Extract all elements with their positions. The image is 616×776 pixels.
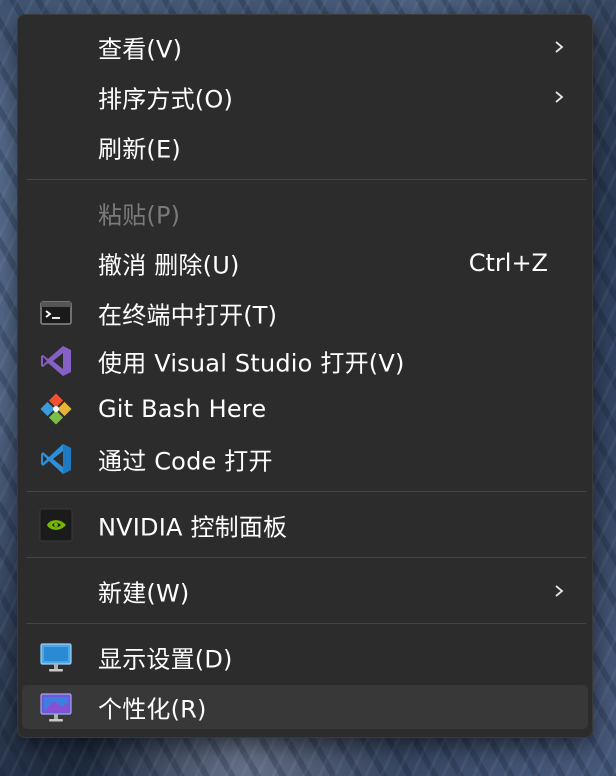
- menu-item-label: 在终端中打开(T): [98, 301, 278, 330]
- menu-item-label: 粘贴(P): [98, 201, 181, 230]
- menu-item-label: 显示设置(D): [98, 645, 233, 674]
- menu-item-display-settings[interactable]: 显示设置(D): [22, 635, 588, 679]
- menu-item-open-in-terminal[interactable]: 在终端中打开(T): [22, 291, 588, 335]
- chevron-right-icon: [555, 585, 564, 597]
- menu-item-open-with-code[interactable]: 通过 Code 打开: [22, 437, 588, 481]
- menu-item-refresh[interactable]: 刷新(E): [22, 125, 588, 169]
- menu-item-undo[interactable]: 撤消 删除(U) Ctrl+Z: [22, 241, 588, 285]
- menu-item-view[interactable]: 查看(V): [22, 25, 588, 69]
- menu-item-label: 个性化(R): [98, 695, 207, 724]
- menu-item-sort[interactable]: 排序方式(O): [22, 75, 588, 119]
- terminal-icon: [40, 301, 72, 325]
- menu-item-open-with-visual-studio[interactable]: 使用 Visual Studio 打开(V): [22, 339, 588, 383]
- chevron-right-icon: [555, 41, 564, 53]
- menu-item-shortcut: Ctrl+Z: [468, 249, 548, 277]
- menu-item-paste: 粘贴(P): [22, 191, 588, 235]
- menu-item-label: 刷新(E): [98, 135, 181, 164]
- menu-item-label: NVIDIA 控制面板: [98, 513, 288, 542]
- menu-item-label: 使用 Visual Studio 打开(V): [98, 349, 405, 378]
- desktop-context-menu: 查看(V) 排序方式(O) 刷新(E) 粘贴(P) 撤消 删除(U) Ctrl+…: [17, 14, 593, 738]
- menu-item-label: 新建(W): [98, 579, 190, 608]
- menu-item-label: 排序方式(O): [98, 85, 234, 114]
- menu-item-nvidia-control-panel[interactable]: NVIDIA 控制面板: [22, 503, 588, 547]
- chevron-right-icon: [555, 91, 564, 103]
- menu-separator: [26, 623, 586, 624]
- menu-separator: [26, 179, 586, 180]
- menu-item-personalize[interactable]: 个性化(R): [22, 685, 588, 729]
- vscode-icon: [41, 444, 71, 474]
- git-icon: [40, 393, 72, 425]
- display-icon: [40, 643, 72, 672]
- menu-separator: [26, 491, 586, 492]
- menu-item-new[interactable]: 新建(W): [22, 569, 588, 613]
- menu-item-label: 撤消 删除(U): [98, 251, 240, 280]
- menu-item-git-bash-here[interactable]: Git Bash Here: [22, 387, 588, 431]
- menu-separator: [26, 557, 586, 558]
- visual-studio-icon: [41, 346, 71, 376]
- menu-item-label: Git Bash Here: [98, 395, 267, 423]
- menu-item-label: 通过 Code 打开: [98, 447, 273, 476]
- personalize-icon: [40, 693, 72, 722]
- menu-item-label: 查看(V): [98, 35, 183, 64]
- nvidia-icon: [39, 508, 73, 542]
